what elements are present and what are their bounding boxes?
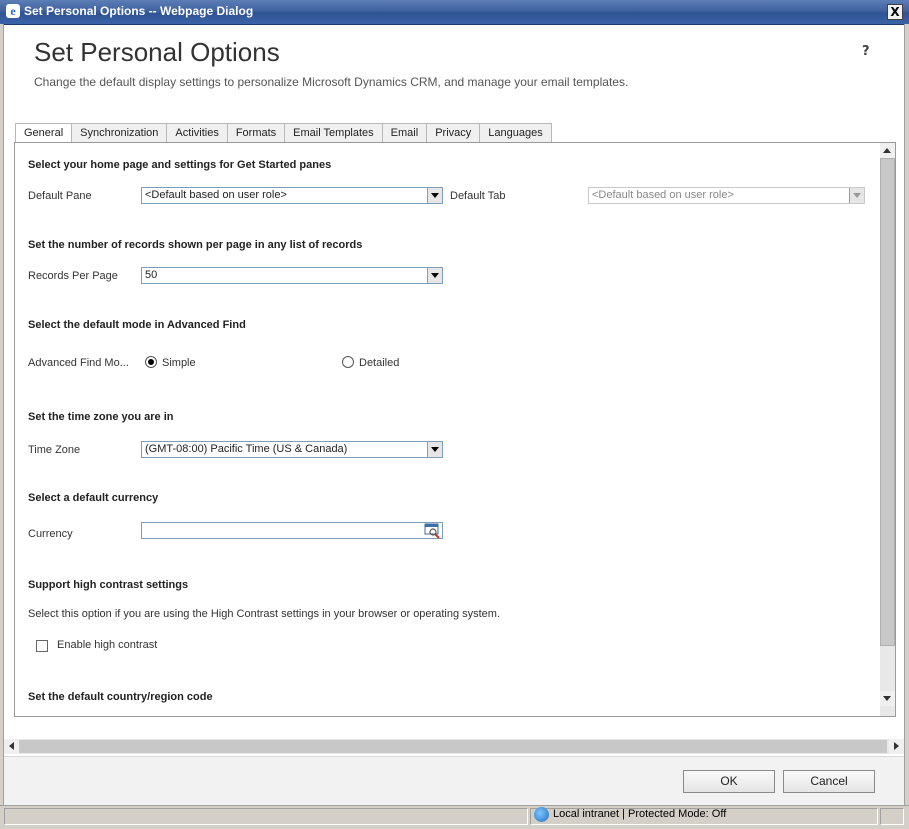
advanced-find-section-title: Select the default mode in Advanced Find — [28, 319, 246, 331]
records-per-page-value: 50 — [145, 269, 158, 281]
scroll-right-icon[interactable] — [889, 739, 904, 754]
tab-languages[interactable]: Languages — [479, 123, 552, 142]
help-icon[interactable]: ? — [862, 44, 870, 59]
window-frame-right — [904, 24, 909, 828]
default-pane-value: <Default based on user role> — [145, 189, 287, 201]
timezone-select[interactable]: (GMT-08:00) Pacific Time (US & Canada) — [141, 441, 443, 458]
page-subtitle: Change the default display settings to p… — [34, 75, 629, 89]
general-tab-panel — [14, 142, 896, 717]
window-frame-left — [0, 24, 4, 828]
advanced-find-simple-label[interactable]: Simple — [162, 357, 196, 369]
intranet-zone-icon — [534, 807, 549, 822]
security-zone-text: Local intranet | Protected Mode: Off — [553, 808, 727, 820]
default-tab-label: Default Tab — [450, 190, 506, 202]
horizontal-scroll-thumb[interactable] — [19, 740, 887, 753]
records-per-page-label: Records Per Page — [28, 270, 118, 282]
tab-strip: General Synchronization Activities Forma… — [15, 123, 552, 144]
window-title: Set Personal Options -- Webpage Dialog — [24, 4, 254, 18]
scroll-down-icon[interactable] — [880, 691, 895, 706]
ok-button[interactable]: OK — [683, 770, 775, 793]
lookup-icon[interactable] — [424, 523, 442, 540]
chevron-down-icon — [427, 188, 442, 203]
enable-high-contrast-checkbox[interactable] — [36, 640, 48, 652]
contrast-section-title: Support high contrast settings — [28, 579, 189, 591]
status-cell-resize — [880, 808, 904, 825]
default-tab-select: <Default based on user role> — [588, 187, 865, 204]
advanced-find-detailed-label[interactable]: Detailed — [359, 357, 399, 369]
close-button[interactable]: X — [887, 4, 903, 20]
default-tab-value: <Default based on user role> — [592, 189, 734, 201]
tab-email[interactable]: Email — [381, 123, 428, 142]
timezone-value: (GMT-08:00) Pacific Time (US & Canada) — [145, 443, 348, 455]
tab-activities[interactable]: Activities — [166, 123, 228, 142]
currency-lookup-field[interactable] — [141, 522, 443, 539]
chevron-down-icon — [427, 268, 442, 283]
currency-section-title: Select a default currency — [28, 492, 159, 504]
currency-label: Currency — [28, 528, 73, 540]
tab-synchronization[interactable]: Synchronization — [71, 123, 168, 142]
page-title: Set Personal Options — [34, 37, 280, 67]
scroll-up-icon[interactable] — [880, 143, 895, 158]
records-per-page-select[interactable]: 50 — [141, 267, 443, 284]
enable-high-contrast-label[interactable]: Enable high contrast — [57, 639, 157, 651]
timezone-label: Time Zone — [28, 444, 81, 456]
advanced-find-detailed-radio[interactable] — [342, 356, 354, 368]
timezone-section-title: Set the time zone you are in — [28, 411, 174, 423]
tab-email-templates[interactable]: Email Templates — [284, 123, 383, 142]
scroll-left-icon[interactable] — [4, 739, 19, 754]
chevron-down-icon — [849, 188, 864, 203]
default-pane-label: Default Pane — [28, 190, 92, 202]
tab-privacy[interactable]: Privacy — [426, 123, 481, 142]
vertical-scroll-thumb[interactable] — [880, 158, 895, 646]
records-section-title: Set the number of records shown per page… — [28, 239, 363, 251]
ie-icon: e — [6, 4, 20, 18]
status-cell-main — [4, 808, 528, 825]
default-pane-select[interactable]: <Default based on user role> — [141, 187, 443, 204]
chevron-down-icon — [427, 442, 442, 457]
country-section-title: Set the default country/region code — [28, 691, 213, 703]
contrast-description: Select this option if you are using the … — [28, 608, 501, 620]
advanced-find-simple-radio[interactable] — [145, 356, 157, 368]
cancel-button[interactable]: Cancel — [783, 770, 875, 793]
tab-formats[interactable]: Formats — [226, 123, 286, 142]
home-section-title: Select your home page and settings for G… — [28, 159, 332, 171]
tab-general[interactable]: General — [15, 123, 73, 144]
advanced-find-mode-label: Advanced Find Mo... — [28, 357, 129, 369]
